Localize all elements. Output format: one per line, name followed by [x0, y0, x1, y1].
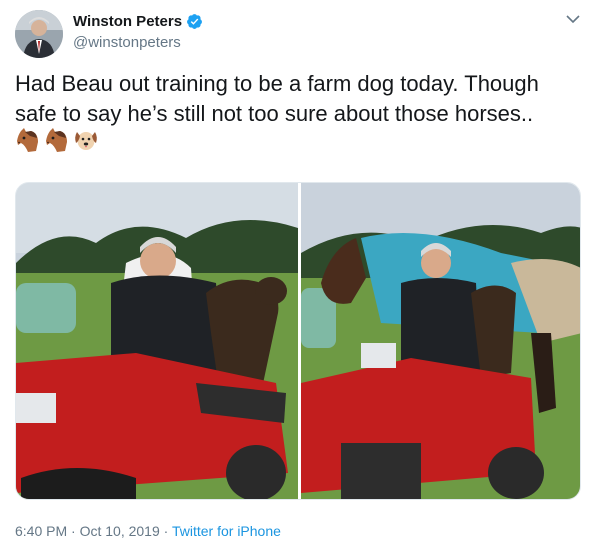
- emoji-row: [15, 127, 99, 153]
- meta-separator: ·: [159, 523, 172, 539]
- verified-badge-icon: [187, 14, 202, 29]
- display-name-text[interactable]: Winston Peters: [73, 13, 182, 30]
- tweet-text: Had Beau out training to be a farm dog t…: [15, 69, 580, 129]
- meta-separator: ·: [67, 523, 80, 539]
- horse-face-emoji-icon: [46, 128, 67, 152]
- dog-face-emoji-icon: [75, 132, 97, 150]
- photo-quad-bike-dog[interactable]: [16, 183, 298, 500]
- photo-quad-bike-dog-horse[interactable]: [301, 183, 581, 500]
- tweet-meta: 6:40 PM · Oct 10, 2019 · Twitter for iPh…: [15, 523, 281, 539]
- media-grid: [15, 182, 581, 500]
- display-name[interactable]: Winston Peters: [73, 13, 203, 30]
- tweet-source-link[interactable]: Twitter for iPhone: [172, 523, 281, 539]
- tweet-time[interactable]: 6:40 PM: [15, 523, 67, 539]
- tweet-text-line: Had Beau out training to be a farm dog t…: [15, 71, 539, 96]
- avatar[interactable]: [15, 10, 63, 58]
- tweet-date[interactable]: Oct 10, 2019: [80, 523, 160, 539]
- chevron-down-icon[interactable]: [566, 14, 580, 24]
- horse-face-emoji-icon: [17, 128, 38, 152]
- handle[interactable]: @winstonpeters: [73, 34, 181, 51]
- tweet-card: Winston Peters @winstonpeters Had Beau o…: [0, 0, 591, 556]
- tweet-text-line: safe to say he’s still not too sure abou…: [15, 101, 534, 126]
